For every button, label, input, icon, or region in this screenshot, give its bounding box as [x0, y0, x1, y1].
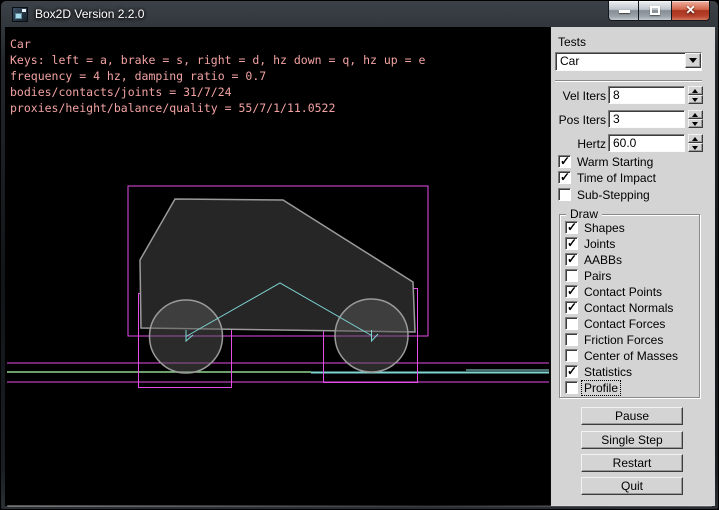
vel-iters-input[interactable]: 8 — [608, 86, 685, 104]
check-icon: ✓ — [560, 170, 570, 184]
vel-iters-stepper[interactable] — [688, 86, 703, 104]
spinner-up-button[interactable] — [688, 86, 703, 95]
test-title-text: Car — [10, 37, 31, 52]
spinner-up-button[interactable] — [688, 110, 703, 119]
minimize-button[interactable] — [608, 1, 639, 21]
check-icon: ✓ — [567, 364, 577, 378]
checkbox-box[interactable] — [558, 188, 571, 201]
chevron-down-icon — [689, 58, 697, 63]
separator — [555, 80, 702, 82]
draw-group-label: Draw — [566, 207, 602, 221]
checkbox-box[interactable] — [565, 381, 578, 394]
checkbox-box[interactable]: ✓ — [565, 285, 578, 298]
single-step-button[interactable]: Single Step — [581, 431, 683, 449]
tests-label: Tests — [558, 35, 586, 49]
spinner-down-button[interactable] — [688, 95, 703, 104]
check-icon: ✓ — [567, 252, 577, 266]
arrow-up-icon — [692, 137, 698, 141]
control-panel: Tests Car Vel Iters 8 Pos Iters 3 — [550, 27, 715, 506]
checkbox-box[interactable]: ✓ — [558, 171, 571, 184]
box2d-app-icon — [12, 7, 28, 22]
test-select-value: Car — [560, 54, 579, 68]
minimize-icon — [619, 10, 630, 13]
arrow-up-icon — [692, 113, 698, 117]
spinner-down-button[interactable] — [688, 143, 703, 152]
arrow-up-icon — [692, 89, 698, 93]
close-icon: ✕ — [672, 3, 709, 17]
checkbox-box[interactable]: ✓ — [565, 221, 578, 234]
app-window: Box2D Version 2.2.0 ✕ — [0, 0, 719, 510]
maximize-button[interactable] — [639, 1, 671, 21]
pause-button[interactable]: Pause — [581, 407, 683, 425]
frequency-text: frequency = 4 hz, damping ratio = 0.7 — [10, 69, 266, 84]
check-icon: ✓ — [560, 154, 570, 168]
hertz-stepper[interactable] — [688, 134, 703, 152]
checkbox-box[interactable]: ✓ — [565, 301, 578, 314]
pos-iters-label: Pos Iters — [551, 113, 606, 127]
proxies-stats-text: proxies/height/balance/quality = 55/7/1/… — [10, 101, 335, 116]
arrow-down-icon — [692, 146, 698, 150]
keys-help-text: Keys: left = a, brake = s, right = d, hz… — [10, 53, 425, 68]
spinner-down-button[interactable] — [688, 119, 703, 128]
checkbox-box[interactable]: ✓ — [558, 155, 571, 168]
check-icon: ✓ — [567, 236, 577, 250]
checkbox-box[interactable] — [565, 333, 578, 346]
maximize-icon — [650, 6, 660, 15]
test-select[interactable]: Car — [555, 52, 702, 71]
arrow-down-icon — [692, 98, 698, 102]
check-icon: ✓ — [567, 220, 577, 234]
checkbox-box[interactable] — [565, 349, 578, 362]
checkbox-box[interactable]: ✓ — [565, 253, 578, 266]
check-icon: ✓ — [567, 284, 577, 298]
bodies-stats-text: bodies/contacts/joints = 31/7/24 — [10, 85, 232, 100]
hertz-input[interactable]: 60.0 — [608, 134, 685, 152]
check-icon: ✓ — [567, 300, 577, 314]
hertz-label: Hertz — [551, 137, 606, 151]
caption-buttons: ✕ — [608, 1, 710, 21]
checkbox-box[interactable]: ✓ — [565, 365, 578, 378]
pos-iters-input[interactable]: 3 — [608, 110, 685, 128]
physics-viewport[interactable]: Car Keys: left = a, brake = s, right = d… — [5, 27, 550, 506]
spinner-up-button[interactable] — [688, 134, 703, 143]
checkbox-box[interactable] — [565, 317, 578, 330]
close-button[interactable]: ✕ — [671, 1, 710, 21]
checkbox-box[interactable]: ✓ — [565, 237, 578, 250]
test-select-dropdown-button[interactable] — [685, 53, 701, 68]
restart-button[interactable]: Restart — [581, 454, 683, 472]
arrow-down-icon — [692, 122, 698, 126]
checkbox-box[interactable] — [565, 269, 578, 282]
quit-button[interactable]: Quit — [581, 477, 683, 495]
vel-iters-label: Vel Iters — [551, 89, 606, 103]
title-bar[interactable]: Box2D Version 2.2.0 ✕ — [1, 1, 718, 27]
pos-iters-stepper[interactable] — [688, 110, 703, 128]
window-title: Box2D Version 2.2.0 — [35, 7, 144, 21]
